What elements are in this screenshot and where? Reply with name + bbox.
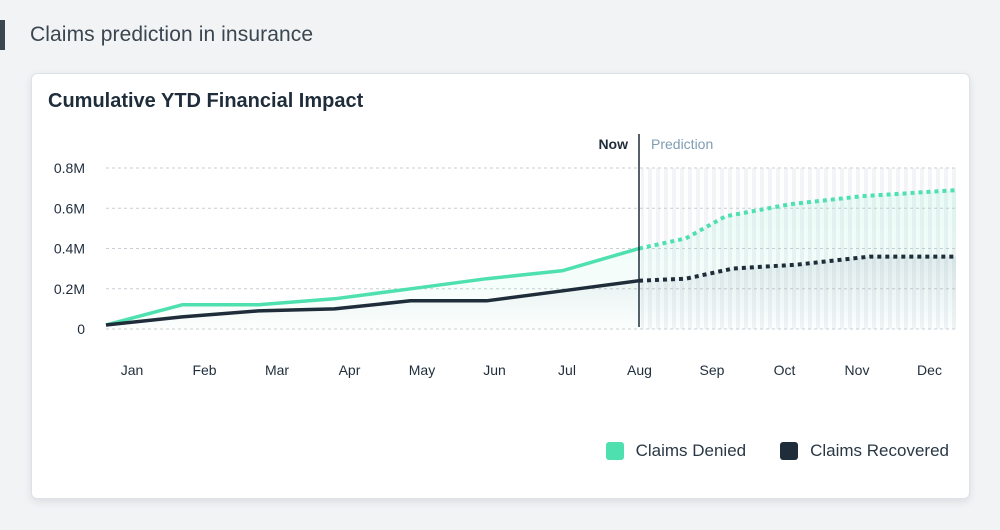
y-tick-label: 0.8M	[54, 160, 85, 176]
chart-legend: Claims Denied Claims Recovered	[572, 441, 949, 461]
page-title: Claims prediction in insurance	[30, 23, 314, 46]
x-tick-label: Oct	[774, 362, 796, 378]
line-chart: 0 0.2M 0.4M 0.6M 0.8M Jan Feb Mar Apr May Jun Jul Au…	[54, 134, 957, 378]
page-header: Claims prediction in insurance	[0, 20, 313, 50]
y-tick-label: 0.6M	[54, 200, 85, 216]
x-tick-label: Jul	[558, 362, 576, 378]
y-tick-label: 0	[77, 321, 85, 337]
x-tick-label: May	[409, 362, 435, 378]
x-tick-label: Jan	[121, 362, 144, 378]
x-tick-label: Nov	[845, 362, 870, 378]
legend-swatch-claims-denied	[605, 442, 624, 460]
x-tick-label: Feb	[192, 362, 216, 378]
legend-item-claims-recovered[interactable]: Claims Recovered	[780, 441, 949, 461]
x-tick-label: Aug	[627, 362, 652, 378]
x-tick-label: Mar	[265, 362, 289, 378]
x-tick-label: Apr	[339, 362, 361, 378]
legend-swatch-claims-recovered	[780, 442, 799, 460]
area-layer	[106, 190, 956, 329]
legend-item-claims-denied[interactable]: Claims Denied	[605, 441, 747, 461]
legend-label: Claims Denied	[635, 441, 747, 460]
y-tick-label: 0.2M	[54, 281, 85, 297]
x-tick-label: Jun	[483, 362, 506, 378]
now-marker-label: Now	[598, 136, 628, 152]
x-tick-label: Dec	[917, 362, 942, 378]
x-tick-label: Sep	[700, 362, 725, 378]
prediction-label: Prediction	[651, 136, 713, 152]
legend-label: Claims Recovered	[810, 441, 949, 460]
y-tick-label: 0.4M	[54, 241, 85, 257]
chart-card: Cumulative YTD Financial Impact 0 0.2M 0.4…	[31, 73, 970, 499]
header-accent-bar	[0, 20, 5, 50]
